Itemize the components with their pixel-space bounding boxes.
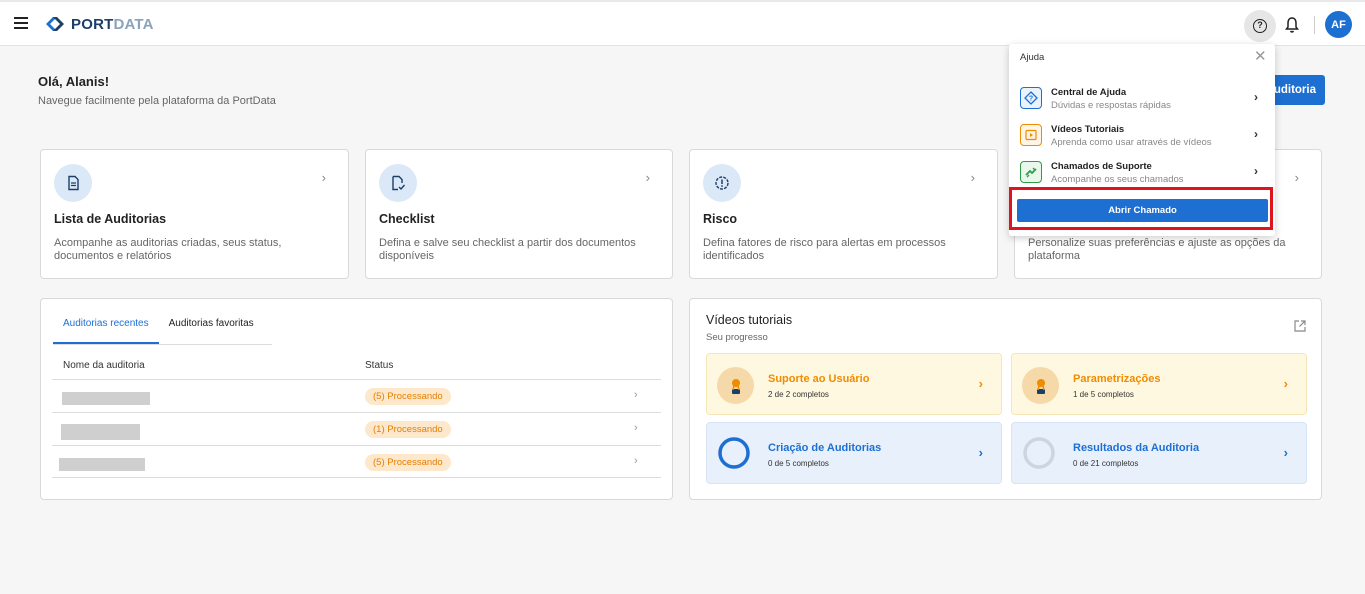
- card-title: Risco: [703, 212, 738, 226]
- card-description: Defina e salve seu checklist a partir do…: [379, 237, 636, 262]
- support-ticket-icon: [1020, 161, 1042, 183]
- status-badge: (5) Processando: [365, 454, 451, 471]
- course-title: Parametrizações: [1073, 373, 1161, 385]
- card-title: Checklist: [379, 212, 435, 226]
- medal-icon: [717, 367, 754, 404]
- redacted-audit-name: [62, 392, 150, 405]
- video-course-card[interactable]: Parametrizações 1 de 5 completos ›: [1011, 353, 1307, 415]
- portdata-logo[interactable]: PORTDATA: [44, 14, 154, 34]
- card-description: Acompanhe as auditorias criadas, seus st…: [54, 237, 282, 262]
- redacted-audit-name: [59, 458, 145, 471]
- video-course-card[interactable]: Criação de Auditorias 0 de 5 completos ›: [706, 422, 1002, 484]
- table-row[interactable]: (5) Processando ›: [52, 445, 661, 478]
- column-header-name: Nome da auditoria: [63, 360, 145, 371]
- checklist-icon: [379, 164, 417, 202]
- card-checklist[interactable]: › Checklist Defina e salve seu checklist…: [365, 149, 673, 279]
- help-item-subtitle: Acompanhe os seus chamados: [1051, 174, 1184, 185]
- videos-subtitle: Seu progresso: [706, 332, 768, 343]
- page-subtitle: Navegue facilmente pela plataforma da Po…: [38, 95, 276, 107]
- course-progress: 0 de 5 completos: [768, 459, 829, 468]
- divider: [1314, 16, 1315, 34]
- chevron-right-icon: ›: [978, 376, 983, 391]
- chevron-right-icon: ›: [645, 170, 650, 185]
- video-icon: [1020, 124, 1042, 146]
- videos-panel: Vídeos tutoriais Seu progresso Suporte a…: [689, 298, 1322, 500]
- status-badge: (1) Processando: [365, 421, 451, 438]
- card-audit-list[interactable]: › Lista de Auditorias Acompanhe as audit…: [40, 149, 349, 279]
- logo-text: PORTDATA: [71, 15, 154, 33]
- help-item-title: Chamados de Suporte: [1051, 161, 1152, 172]
- user-avatar[interactable]: AF: [1325, 11, 1352, 38]
- help-item-title: Central de Ajuda: [1051, 87, 1127, 98]
- highlight-box: Abrir Chamado: [1009, 187, 1273, 230]
- chevron-right-icon: ›: [321, 170, 326, 185]
- course-progress: 0 de 21 completos: [1073, 459, 1139, 468]
- video-course-card[interactable]: Suporte ao Usuário 2 de 2 completos ›: [706, 353, 1002, 415]
- audits-panel: Auditorias recentes Auditorias favoritas…: [40, 298, 673, 500]
- chevron-right-icon: ›: [1254, 90, 1258, 104]
- risk-alert-icon: [703, 164, 741, 202]
- redacted-audit-name: [61, 424, 140, 440]
- help-item-videos[interactable]: Vídeos Tutoriais Aprenda como usar atrav…: [1009, 119, 1275, 156]
- status-badge: (5) Processando: [365, 388, 451, 405]
- card-title: Lista de Auditorias: [54, 212, 167, 226]
- close-icon[interactable]: ✕: [1254, 49, 1267, 64]
- course-progress: 1 de 5 completos: [1073, 390, 1134, 399]
- document-icon: [54, 164, 92, 202]
- course-title: Suporte ao Usuário: [768, 373, 870, 385]
- audits-tabs: Auditorias recentes Auditorias favoritas: [53, 318, 272, 345]
- help-dropdown-title: Ajuda: [1020, 52, 1045, 63]
- hamburger-menu-icon[interactable]: [14, 17, 28, 29]
- help-item-subtitle: Aprenda como usar através de vídeos: [1051, 137, 1212, 148]
- chevron-right-icon: ›: [970, 170, 975, 185]
- chevron-right-icon: ›: [1283, 376, 1288, 391]
- videos-title: Vídeos tutoriais: [706, 313, 793, 327]
- page-title: Olá, Alanis!: [38, 74, 110, 89]
- chevron-right-icon: ›: [1254, 164, 1258, 178]
- chevron-right-icon: ›: [634, 389, 638, 401]
- column-header-status: Status: [365, 360, 394, 371]
- table-row[interactable]: (5) Processando ›: [52, 379, 661, 412]
- chevron-right-icon: ›: [978, 445, 983, 460]
- svg-text:?: ?: [1029, 96, 1033, 103]
- bell-icon[interactable]: [1284, 16, 1300, 34]
- chevron-right-icon: ›: [1283, 445, 1288, 460]
- top-bar: PORTDATA ? AF: [0, 0, 1365, 46]
- video-course-card[interactable]: Resultados da Auditoria 0 de 21 completo…: [1011, 422, 1307, 484]
- card-description: Defina fatores de risco para alertas em …: [703, 237, 946, 262]
- chevron-right-icon: ›: [634, 455, 638, 467]
- tab-favorite-audits[interactable]: Auditorias favoritas: [159, 318, 264, 344]
- external-link-icon[interactable]: [1294, 320, 1306, 332]
- help-item-title: Vídeos Tutoriais: [1051, 124, 1125, 135]
- portdata-logo-icon: [46, 17, 64, 31]
- chevron-right-icon: ›: [1254, 127, 1258, 141]
- help-item-subtitle: Dúvidas e respostas rápidas: [1051, 100, 1171, 111]
- help-button[interactable]: ?: [1244, 10, 1276, 42]
- help-item-central[interactable]: ? Central de Ajuda Dúvidas e respostas r…: [1009, 82, 1275, 119]
- progress-ring-icon: [1023, 437, 1055, 469]
- course-title: Criação de Auditorias: [768, 442, 882, 454]
- course-progress: 2 de 2 completos: [768, 390, 829, 399]
- question-icon: ?: [1253, 19, 1267, 33]
- medal-icon: [1022, 367, 1059, 404]
- open-ticket-button[interactable]: Abrir Chamado: [1017, 199, 1268, 222]
- chevron-right-icon: ›: [1294, 170, 1299, 185]
- card-risk[interactable]: › Risco Defina fatores de risco para ale…: [689, 149, 998, 279]
- progress-ring-icon: [718, 437, 750, 469]
- card-description: Personalize suas preferências e ajuste a…: [1028, 237, 1286, 262]
- course-title: Resultados da Auditoria: [1073, 442, 1200, 454]
- tab-recent-audits[interactable]: Auditorias recentes: [53, 318, 159, 344]
- table-row[interactable]: (1) Processando ›: [52, 412, 661, 445]
- chevron-right-icon: ›: [634, 422, 638, 434]
- help-center-icon: ?: [1020, 87, 1042, 109]
